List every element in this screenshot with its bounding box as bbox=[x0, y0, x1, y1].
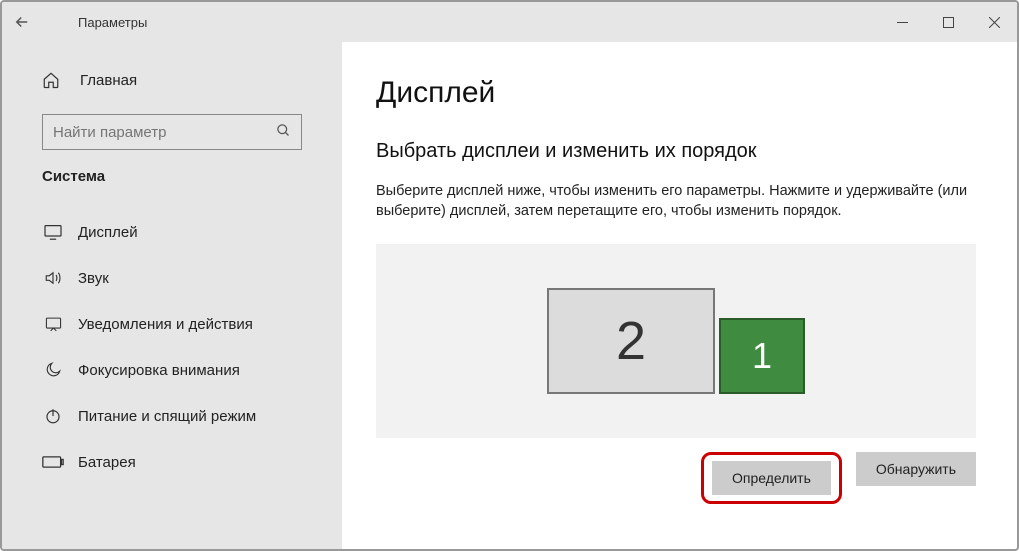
notifications-icon bbox=[42, 313, 64, 335]
sidebar-item-label: Фокусировка внимания bbox=[78, 362, 240, 379]
display-icon bbox=[42, 221, 64, 243]
section-title: Выбрать дисплеи и изменить их порядок bbox=[376, 140, 977, 163]
search-box[interactable] bbox=[42, 114, 302, 150]
sidebar-item-battery[interactable]: Батарея bbox=[2, 439, 342, 485]
minimize-button[interactable] bbox=[879, 2, 925, 42]
search-icon bbox=[276, 123, 291, 141]
back-arrow-icon bbox=[13, 13, 31, 31]
content-area: Главная Система Дисплей Звук bbox=[2, 42, 1017, 549]
sidebar-item-focus[interactable]: Фокусировка внимания bbox=[2, 347, 342, 393]
sidebar: Главная Система Дисплей Звук bbox=[2, 42, 342, 549]
sidebar-item-power[interactable]: Питание и спящий режим bbox=[2, 393, 342, 439]
sidebar-item-notifications[interactable]: Уведомления и действия bbox=[2, 301, 342, 347]
power-icon bbox=[42, 405, 64, 427]
home-icon bbox=[42, 71, 60, 89]
settings-window: Параметры Главная Си bbox=[0, 0, 1019, 551]
titlebar: Параметры bbox=[2, 2, 1017, 42]
sidebar-item-sound[interactable]: Звук bbox=[2, 255, 342, 301]
identify-button[interactable]: Определить bbox=[712, 461, 831, 495]
search-input[interactable] bbox=[53, 124, 276, 141]
monitor-1[interactable]: 1 bbox=[719, 318, 805, 394]
section-description: Выберите дисплей ниже, чтобы изменить ег… bbox=[376, 181, 976, 222]
window-controls bbox=[879, 2, 1017, 42]
sidebar-item-label: Дисплей bbox=[78, 224, 138, 241]
close-button[interactable] bbox=[971, 2, 1017, 42]
back-button[interactable] bbox=[2, 2, 42, 42]
minimize-icon bbox=[897, 17, 908, 28]
display-arrangement-area: 2 1 bbox=[376, 244, 976, 438]
page-title: Дисплей bbox=[376, 76, 977, 110]
sidebar-item-label: Батарея bbox=[78, 454, 136, 471]
button-row: Определить Обнаружить bbox=[376, 452, 976, 504]
nav-home-label: Главная bbox=[80, 72, 137, 89]
focus-icon bbox=[42, 359, 64, 381]
nav-home[interactable]: Главная bbox=[2, 60, 342, 100]
maximize-icon bbox=[943, 17, 954, 28]
main-panel: Дисплей Выбрать дисплеи и изменить их по… bbox=[342, 42, 1017, 549]
sidebar-item-label: Уведомления и действия bbox=[78, 316, 253, 333]
detect-button[interactable]: Обнаружить bbox=[856, 452, 976, 486]
monitors-group: 2 1 bbox=[547, 288, 805, 394]
monitor-2[interactable]: 2 bbox=[547, 288, 715, 394]
category-label: Система bbox=[2, 168, 342, 185]
maximize-button[interactable] bbox=[925, 2, 971, 42]
highlight-annotation: Определить bbox=[701, 452, 842, 504]
battery-icon bbox=[42, 451, 64, 473]
sound-icon bbox=[42, 267, 64, 289]
sidebar-item-label: Звук bbox=[78, 270, 109, 287]
sidebar-item-display[interactable]: Дисплей bbox=[2, 209, 342, 255]
window-title: Параметры bbox=[78, 15, 147, 30]
close-icon bbox=[989, 17, 1000, 28]
sidebar-item-label: Питание и спящий режим bbox=[78, 408, 256, 425]
